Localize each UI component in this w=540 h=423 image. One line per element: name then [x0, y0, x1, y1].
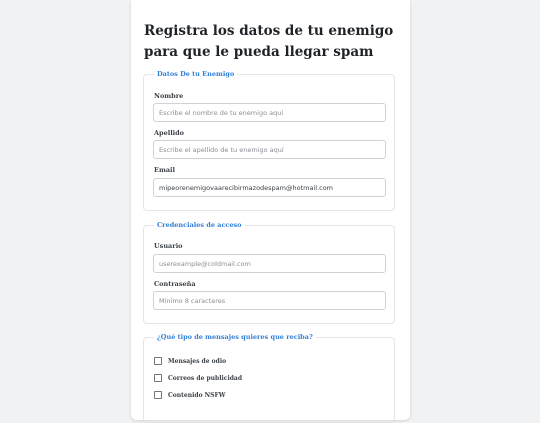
password-label: Contraseña	[154, 280, 196, 288]
message-types-legend: ¿Qué tipo de mensajes quieres que reciba…	[157, 333, 313, 341]
enemy-surname-input[interactable]	[153, 140, 386, 159]
option-label: Contenido NSFW	[168, 391, 226, 399]
option-label: Correos de publicidad	[168, 374, 243, 382]
enemy-email-input[interactable]	[153, 178, 386, 197]
user-input[interactable]	[153, 254, 386, 273]
hate-messages-checkbox[interactable]	[154, 357, 162, 365]
enemy-data-legend: Datos De tu Enemigo	[157, 70, 235, 78]
credentials-legend: Credenciales de acceso	[157, 221, 242, 229]
option-hate-messages[interactable]: Mensajes de odio	[154, 356, 226, 366]
name-label: Nombre	[154, 92, 184, 100]
email-label: Email	[154, 166, 175, 174]
enemy-data-section: Datos De tu Enemigo Nombre Apellido Emai…	[143, 70, 395, 211]
surname-label: Apellido	[154, 129, 185, 137]
message-types-section: ¿Qué tipo de mensajes quieres que reciba…	[143, 333, 395, 423]
password-input[interactable]	[153, 291, 386, 310]
option-ad-emails[interactable]: Correos de publicidad	[154, 373, 242, 383]
ad-emails-checkbox[interactable]	[154, 374, 162, 382]
user-label: Usuario	[154, 242, 183, 250]
option-label: Mensajes de odio	[168, 357, 227, 365]
form-title: Registra los datos de tu enemigo para qu…	[144, 23, 394, 60]
nsfw-content-checkbox[interactable]	[154, 391, 162, 399]
registration-form-card: Registra los datos de tu enemigo para qu…	[131, 0, 410, 423]
credentials-section: Credenciales de acceso Usuario Contraseñ…	[143, 221, 395, 324]
option-nsfw-content[interactable]: Contenido NSFW	[154, 390, 225, 400]
enemy-name-input[interactable]	[153, 103, 386, 122]
